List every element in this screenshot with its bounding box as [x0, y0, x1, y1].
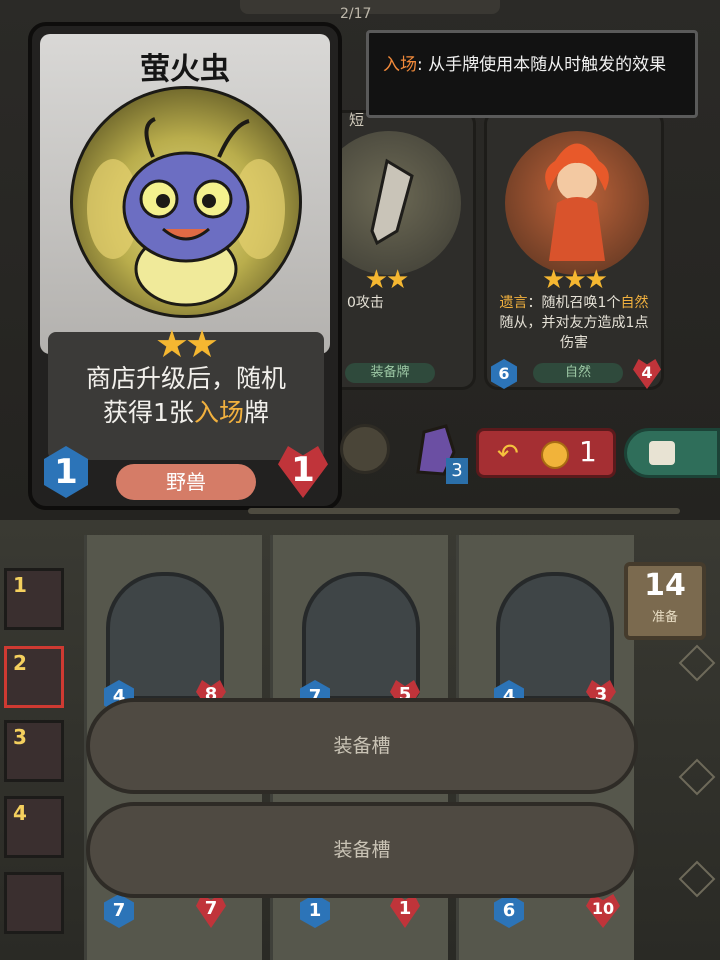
firefly-icon	[87, 117, 285, 307]
tooltip-keyword: 入场	[383, 55, 417, 75]
shop-card-title: 短	[349, 111, 365, 129]
card-stars: ★★	[154, 322, 219, 366]
shop-card-stars: ★★★	[542, 265, 608, 295]
keyword-tooltip: 入场: 从手牌使用本随从时触发的效果	[366, 30, 698, 118]
board-minion-1[interactable]	[106, 572, 224, 700]
page-indicator: 2/17	[340, 6, 372, 22]
coin-icon	[541, 441, 569, 469]
shop-card-description: 遗言：随机召唤1个自然随从，并对友方造成1点伤害	[495, 293, 653, 353]
shop-card-2[interactable]: ★★★ 遗言：随机召唤1个自然随从，并对友方造成1点伤害 自然 6 4	[484, 110, 664, 390]
card-description: 商店升级后，随机 获得1张入场牌	[48, 362, 324, 430]
shop-separator	[248, 508, 680, 514]
keyword-nature: 自然	[620, 295, 649, 311]
card-frame: 萤火虫	[40, 34, 330, 354]
roster-number: 1	[13, 573, 27, 597]
shop-card-description: 0攻击	[347, 295, 384, 311]
shop-card-attack: 6	[491, 359, 517, 389]
roster-slot-1[interactable]: 1	[4, 568, 64, 630]
board-minion-3[interactable]	[496, 572, 614, 700]
selected-card[interactable]: 萤火虫 商店升级后，随机 获得1张入场牌 ★★ 1 1 野兽	[28, 22, 342, 510]
shop-card-health: 4	[633, 359, 661, 389]
shop-card-tag: 装备牌	[345, 363, 435, 383]
roster-number: 2	[13, 651, 27, 675]
ready-count: 14	[644, 568, 686, 603]
roster-number: 4	[13, 801, 27, 825]
refresh-button[interactable]: ↶ 1	[476, 428, 616, 478]
lock-icon	[649, 441, 675, 465]
ready-counter: 14 准备	[624, 562, 706, 640]
roster-slot-2[interactable]: 2	[4, 646, 64, 708]
card-tribe-tag: 野兽	[116, 464, 256, 500]
freeze-button[interactable]	[340, 424, 390, 474]
equipment-slot-1[interactable]: 装备槽	[86, 698, 638, 794]
board-minion-2[interactable]	[302, 572, 420, 700]
desc-text: ：随机召唤1个	[527, 295, 621, 311]
lock-button[interactable]	[624, 428, 720, 478]
desc-prefix: 获得1张	[103, 398, 194, 427]
card-description-line1: 商店升级后，随机	[85, 364, 286, 393]
ready-label: 准备	[651, 610, 678, 625]
tooltip-text: 入场: 从手牌使用本随从时触发的效果	[383, 53, 683, 78]
equipment-slot-2[interactable]: 装备槽	[86, 802, 638, 898]
card-description-line2: 获得1张入场牌	[48, 396, 324, 430]
roster-slot-3[interactable]: 3	[4, 720, 64, 782]
roster-slot-5[interactable]	[4, 872, 64, 934]
keyword-battlecry: 入场	[193, 398, 244, 427]
card-portrait	[70, 86, 302, 318]
refresh-cost: 1	[579, 435, 597, 468]
keyword-deathrattle: 遗言	[499, 295, 528, 311]
potion-count: 3	[446, 458, 468, 484]
refresh-icon: ↶	[497, 439, 519, 469]
tooltip-body: : 从手牌使用本随从时触发的效果	[417, 55, 667, 75]
desc-text: 随从，并对友方造成1点伤害	[499, 315, 649, 351]
fire-spirit-icon	[545, 143, 609, 261]
shop-card-portrait	[505, 131, 649, 275]
roster-number: 3	[13, 725, 27, 749]
desc-suffix: 牌	[243, 398, 269, 427]
shop-card-tag: 自然	[533, 363, 623, 383]
card-name: 萤火虫	[140, 52, 230, 87]
roster-slot-4[interactable]: 4	[4, 796, 64, 858]
